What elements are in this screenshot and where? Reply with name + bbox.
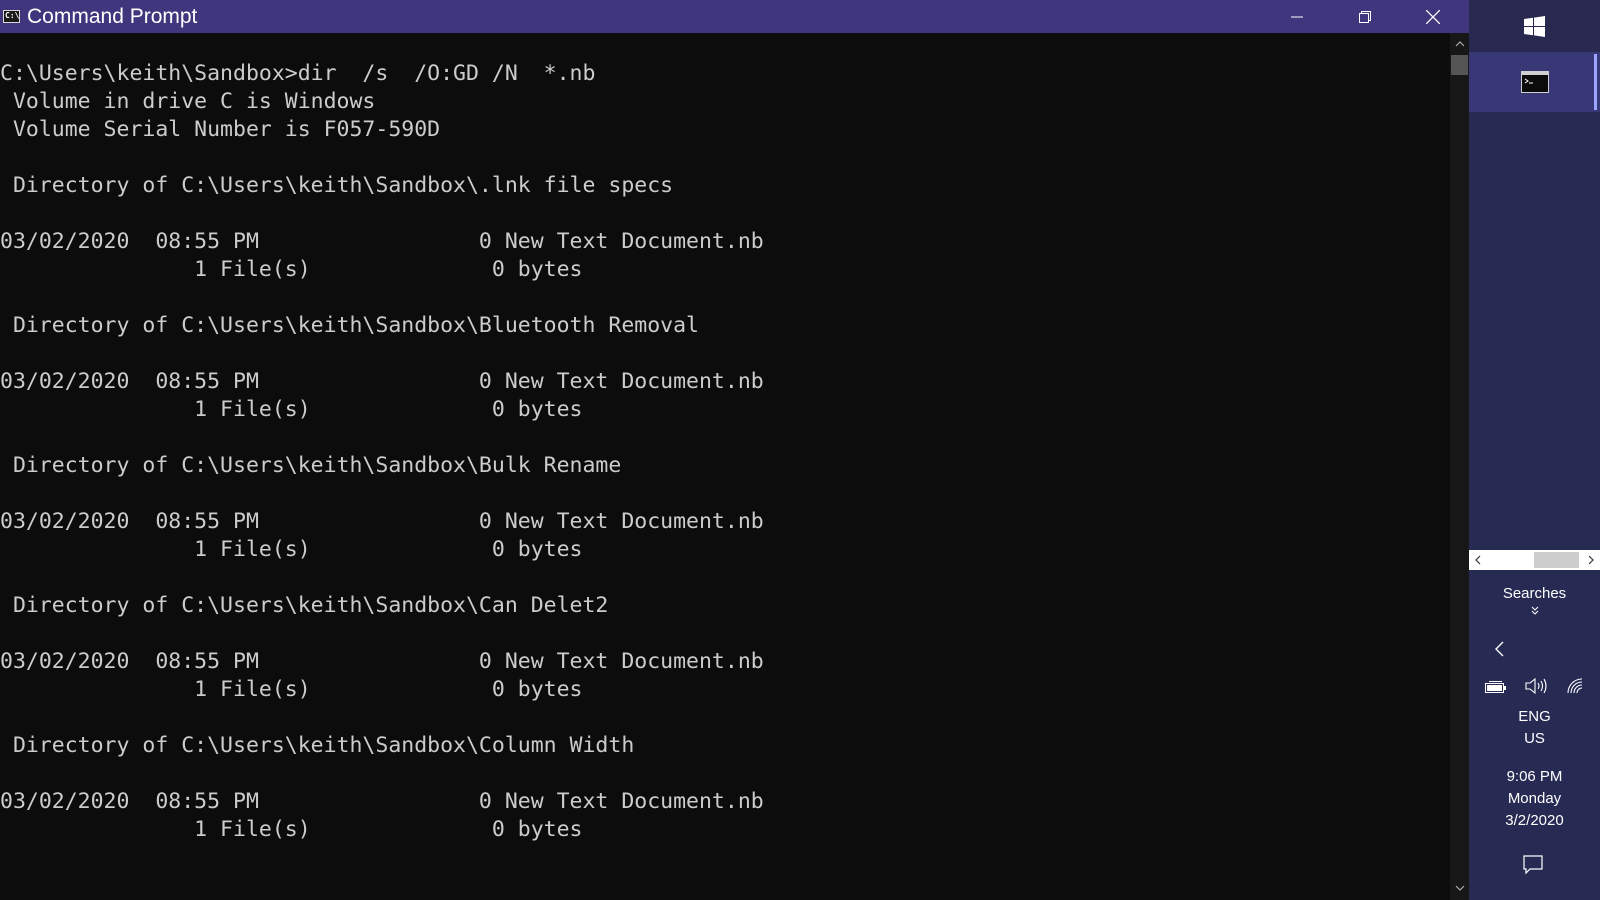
region-code: US xyxy=(1524,730,1545,747)
action-center-icon xyxy=(1523,855,1543,875)
vertical-scrollbar[interactable] xyxy=(1450,33,1469,900)
chevron-left-icon xyxy=(1475,555,1481,565)
language-code: ENG xyxy=(1518,708,1551,725)
active-app-indicator xyxy=(1594,54,1597,110)
console-line: Directory of C:\Users\keith\Sandbox\Bulk… xyxy=(0,453,622,478)
console-line: 03/02/2020 08:55 PM 0 New Text Document.… xyxy=(0,369,764,394)
console-line: 03/02/2020 08:55 PM 0 New Text Document.… xyxy=(0,789,764,814)
console-line: 1 File(s) 0 bytes xyxy=(0,677,583,702)
searches-expand-button[interactable] xyxy=(1469,606,1600,620)
console-line: Volume in drive C is Windows xyxy=(0,89,376,114)
close-button[interactable] xyxy=(1400,0,1466,33)
horizontal-scroll-thumb[interactable] xyxy=(1534,552,1579,568)
minimize-icon xyxy=(1291,16,1303,17)
console-line: 1 File(s) 0 bytes xyxy=(0,397,583,422)
app-icon-label: C:\ xyxy=(5,11,20,20)
command-prompt-icon xyxy=(1520,71,1549,93)
battery-icon[interactable] xyxy=(1485,680,1507,698)
console-line: Directory of C:\Users\keith\Sandbox\.lnk… xyxy=(0,173,674,198)
title-bar[interactable]: C:\ Command Prompt xyxy=(0,0,1469,33)
restore-button[interactable] xyxy=(1332,0,1398,33)
console-line: Directory of C:\Users\keith\Sandbox\Can … xyxy=(0,593,609,618)
console-line: 03/02/2020 08:55 PM 0 New Text Document.… xyxy=(0,509,764,534)
chevron-right-icon xyxy=(1588,555,1594,565)
restore-icon xyxy=(1359,10,1371,23)
scroll-down-button[interactable] xyxy=(1450,880,1469,896)
clock-time: 9:06 PM xyxy=(1506,768,1563,785)
command-prompt-app-icon[interactable]: C:\ xyxy=(3,10,20,23)
taskbar-horizontal-scrollbar[interactable] xyxy=(1469,550,1600,570)
console-output[interactable]: C:\Users\keith\Sandbox>dir /s /O:GD /N *… xyxy=(0,60,764,844)
console-line: 1 File(s) 0 bytes xyxy=(0,817,583,842)
window-title: Command Prompt xyxy=(27,5,198,28)
console-line: Directory of C:\Users\keith\Sandbox\Colu… xyxy=(0,733,635,758)
console-line: 03/02/2020 08:55 PM 0 New Text Document.… xyxy=(0,649,764,674)
chevron-left-icon xyxy=(1494,641,1503,657)
start-button[interactable] xyxy=(1469,0,1600,52)
console-line: Volume Serial Number is F057-590D xyxy=(0,117,441,142)
console-line: 1 File(s) 0 bytes xyxy=(0,257,583,282)
scroll-up-button[interactable] xyxy=(1450,36,1469,52)
console-line: 03/02/2020 08:55 PM 0 New Text Document.… xyxy=(0,229,764,254)
scroll-left-button[interactable] xyxy=(1469,550,1487,570)
searches-label[interactable]: Searches xyxy=(1469,585,1600,603)
chevron-down-icon xyxy=(1455,885,1464,891)
close-icon xyxy=(1426,9,1440,24)
scroll-right-button[interactable] xyxy=(1582,550,1600,570)
taskbar-command-prompt[interactable] xyxy=(1469,52,1600,112)
double-chevron-down-icon xyxy=(1531,606,1538,615)
network-icon[interactable] xyxy=(1566,678,1584,699)
show-hidden-icons-button[interactable] xyxy=(1487,637,1511,661)
volume-icon[interactable] xyxy=(1525,677,1549,699)
console-line: C:\Users\keith\Sandbox>dir /s /O:GD /N *… xyxy=(0,61,596,86)
clock-date: 3/2/2020 xyxy=(1505,812,1564,829)
taskbar-clock[interactable]: 9:06 PM Monday 3/2/2020 xyxy=(1469,766,1600,832)
console-window[interactable]: C:\ Command Prompt C:\Users\keith\Sandbo… xyxy=(0,0,1469,900)
console-line: Directory of C:\Users\keith\Sandbox\Blue… xyxy=(0,313,699,338)
console-line: 1 File(s) 0 bytes xyxy=(0,537,583,562)
taskbar xyxy=(1469,0,1600,900)
action-center-button[interactable] xyxy=(1520,853,1546,877)
windows-logo-icon xyxy=(1524,15,1545,37)
input-language-indicator[interactable]: ENG US xyxy=(1469,706,1600,750)
scroll-thumb[interactable] xyxy=(1451,55,1468,75)
minimize-button[interactable] xyxy=(1264,0,1330,33)
chevron-up-icon xyxy=(1455,41,1464,47)
clock-day: Monday xyxy=(1507,790,1562,807)
